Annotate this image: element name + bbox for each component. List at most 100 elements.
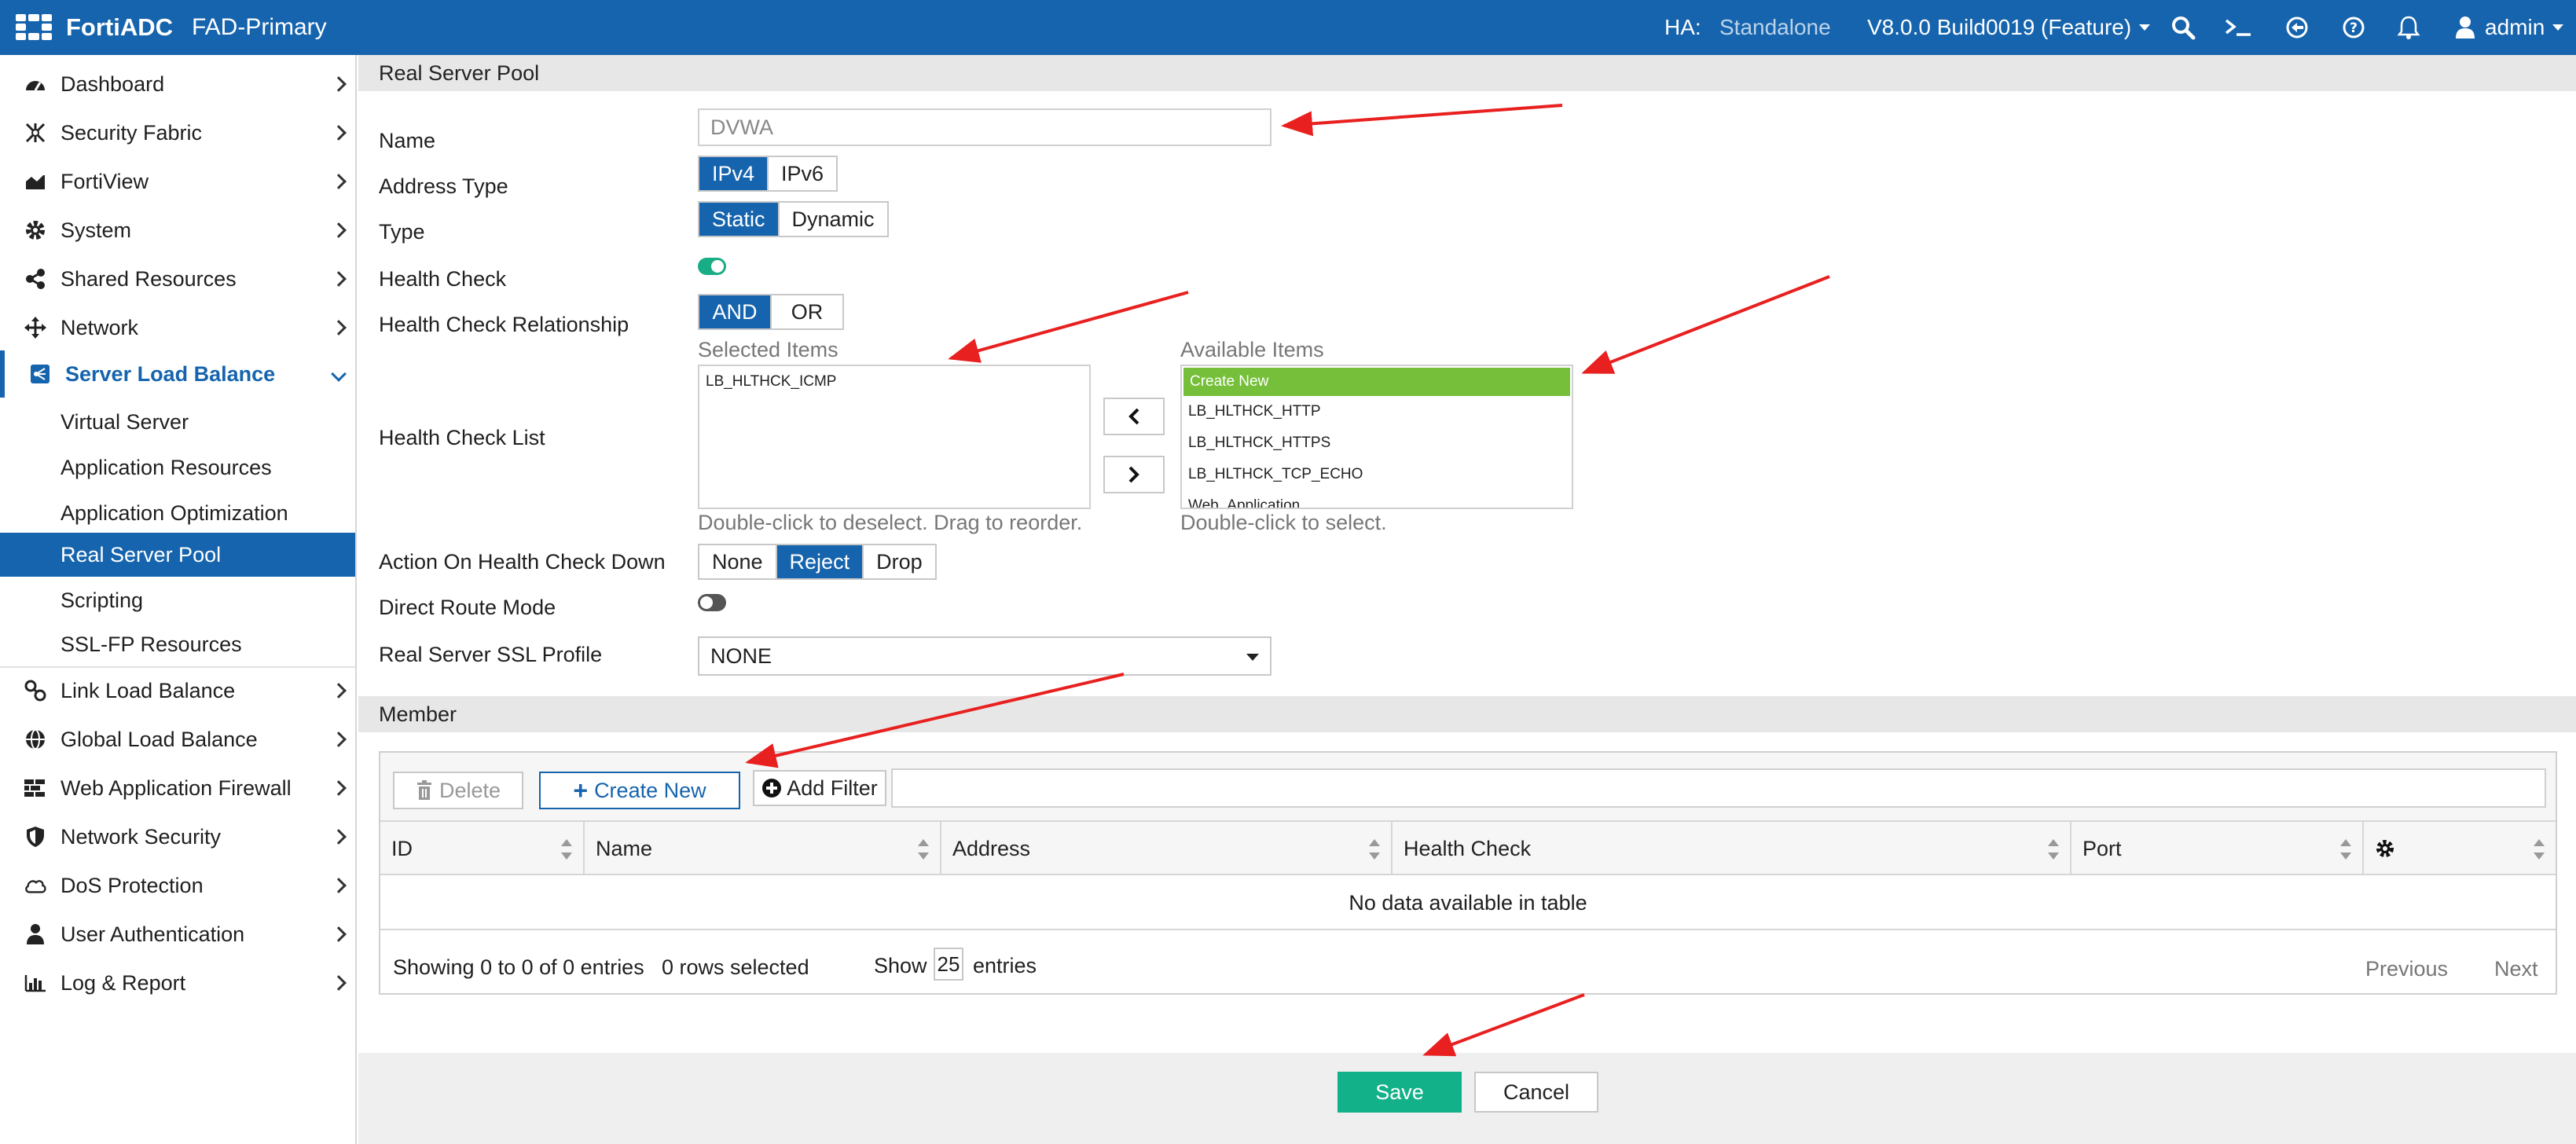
cloud-icon: [24, 874, 47, 897]
move-left-button[interactable]: [1103, 398, 1165, 435]
sidebar-item-server-load-balance[interactable]: Server Load Balance: [0, 350, 355, 398]
sidebar-subitem-ssl-fp-resources[interactable]: SSL-FP Resources: [0, 622, 355, 666]
refresh-icon[interactable]: [2285, 0, 2309, 55]
gear-icon: [2376, 840, 2394, 857]
sidebar-subitem-virtual-server[interactable]: Virtual Server: [0, 399, 355, 445]
sidebar-item-dos-protection[interactable]: DoS Protection: [0, 867, 355, 904]
ssl-profile-value: NONE: [710, 644, 772, 668]
sidebar: Dashboard Security Fabric FortiView Syst…: [0, 55, 357, 1144]
sidebar-divider: [0, 666, 355, 668]
column-header-address[interactable]: Address: [941, 822, 1393, 875]
grid-icon[interactable]: [16, 0, 52, 55]
real-server-ssl-profile-select[interactable]: NONE: [698, 636, 1271, 676]
svg-text:?: ?: [2350, 20, 2358, 36]
sidebar-item-shared-resources[interactable]: Shared Resources: [0, 261, 355, 297]
type-dynamic-option[interactable]: Dynamic: [780, 203, 887, 236]
health-check-relationship-selector: AND OR: [698, 294, 844, 330]
sidebar-subitem-real-server-pool[interactable]: Real Server Pool: [0, 533, 355, 577]
filter-input[interactable]: [891, 768, 2546, 808]
address-type-ipv6-option[interactable]: IPv6: [769, 157, 836, 190]
available-items-list[interactable]: Create New LB_HLTHCK_HTTP LB_HLTHCK_HTTP…: [1180, 365, 1573, 509]
move-right-button[interactable]: [1103, 456, 1165, 493]
list-item-create-new[interactable]: Create New: [1183, 368, 1570, 396]
chevron-right-icon: [331, 320, 347, 336]
list-item[interactable]: LB_HLTHCK_TCP_ECHO: [1182, 459, 1572, 490]
health-check-label: Health Check: [379, 267, 507, 291]
hostname: FAD-Primary: [192, 14, 327, 40]
trash-icon: [416, 780, 431, 800]
bell-icon[interactable]: [2397, 0, 2420, 55]
sidebar-item-system[interactable]: System: [0, 212, 355, 248]
sidebar-item-web-application-firewall[interactable]: Web Application Firewall: [0, 770, 355, 806]
sidebar-item-fortiview[interactable]: FortiView: [0, 163, 355, 200]
chevron-right-icon: [331, 878, 347, 893]
sidebar-item-network-security[interactable]: Network Security: [0, 819, 355, 855]
action-drop-option[interactable]: Drop: [864, 545, 935, 578]
share-icon: [24, 267, 47, 291]
terminal-icon[interactable]: [2224, 0, 2252, 55]
sidebar-item-network[interactable]: Network: [0, 310, 355, 346]
address-type-ipv4-option[interactable]: IPv4: [699, 157, 769, 190]
name-label: Name: [379, 129, 436, 152]
chevron-down-icon: [2139, 24, 2151, 31]
action-reject-option[interactable]: Reject: [776, 545, 864, 578]
version-dropdown[interactable]: V8.0.0 Build0019 (Feature): [1867, 0, 2151, 55]
create-new-member-button[interactable]: + Create New: [539, 772, 740, 809]
chevron-down-icon: [1246, 654, 1259, 661]
column-header-name[interactable]: Name: [585, 822, 941, 875]
add-filter-button[interactable]: Add Filter: [753, 770, 886, 806]
name-input[interactable]: DVWA: [698, 108, 1271, 146]
gear-icon: [24, 218, 47, 242]
sidebar-item-global-load-balance[interactable]: Global Load Balance: [0, 721, 355, 757]
help-icon[interactable]: ?: [2342, 0, 2365, 55]
sidebar-item-user-authentication[interactable]: User Authentication: [0, 916, 355, 952]
search-icon[interactable]: [2171, 0, 2196, 55]
list-item[interactable]: LB_HLTHCK_HTTPS: [1182, 427, 1572, 459]
selected-items-list[interactable]: LB_HLTHCK_ICMP: [698, 365, 1091, 509]
direct-route-mode-label: Direct Route Mode: [379, 596, 556, 619]
brand-name: FortiADC: [66, 13, 174, 41]
previous-page-button[interactable]: Previous: [2365, 957, 2448, 981]
globe-icon: [24, 728, 47, 751]
chevron-right-icon: [331, 174, 347, 189]
sidebar-subitem-scripting[interactable]: Scripting: [0, 578, 355, 622]
action-on-health-check-down-selector: None Reject Drop: [698, 544, 937, 580]
list-item[interactable]: Web_Application: [1182, 490, 1572, 508]
relationship-and-option[interactable]: AND: [699, 295, 772, 328]
user-menu[interactable]: admin: [2455, 0, 2564, 55]
action-none-option[interactable]: None: [699, 545, 777, 578]
show-label: Show: [874, 954, 927, 977]
column-settings[interactable]: [2364, 822, 2556, 875]
link-icon: [24, 679, 47, 702]
sort-icon: [918, 839, 929, 860]
list-item[interactable]: LB_HLTHCK_ICMP: [699, 366, 1089, 398]
column-header-id[interactable]: ID: [380, 822, 585, 875]
column-header-port[interactable]: Port: [2071, 822, 2364, 875]
sidebar-item-dashboard[interactable]: Dashboard: [0, 66, 355, 102]
shield-icon: [24, 825, 47, 849]
relationship-or-option[interactable]: OR: [772, 295, 842, 328]
save-button[interactable]: Save: [1338, 1072, 1462, 1113]
sidebar-item-log-report[interactable]: Log & Report: [0, 965, 355, 1001]
section-header-real-server-pool: Real Server Pool: [358, 55, 2576, 91]
sidebar-item-link-load-balance[interactable]: Link Load Balance: [0, 673, 355, 709]
list-item[interactable]: LB_HLTHCK_HTTP: [1182, 396, 1572, 427]
next-page-button[interactable]: Next: [2494, 957, 2538, 981]
ha-status: Standalone: [1719, 15, 1831, 39]
delete-button[interactable]: Delete: [393, 772, 523, 809]
address-type-label: Address Type: [379, 174, 508, 198]
sidebar-subitem-application-resources[interactable]: Application Resources: [0, 445, 355, 490]
sidebar-item-security-fabric[interactable]: Security Fabric: [0, 115, 355, 151]
sidebar-subitem-application-optimization[interactable]: Application Optimization: [0, 490, 355, 536]
section-header-member: Member: [358, 696, 2576, 732]
direct-route-mode-toggle[interactable]: [698, 594, 726, 611]
member-panel: Delete + Create New Add Filter ID Name A…: [379, 751, 2557, 995]
empty-table-message: No data available in table: [380, 877, 2556, 930]
type-static-option[interactable]: Static: [699, 203, 780, 236]
cancel-button[interactable]: Cancel: [1474, 1072, 1598, 1113]
column-header-health-check[interactable]: Health Check: [1393, 822, 2071, 875]
health-check-toggle[interactable]: [698, 258, 726, 275]
page-size-select[interactable]: 25: [934, 948, 963, 981]
health-check-list-label: Health Check List: [379, 426, 545, 449]
chevron-right-icon: [331, 732, 347, 747]
